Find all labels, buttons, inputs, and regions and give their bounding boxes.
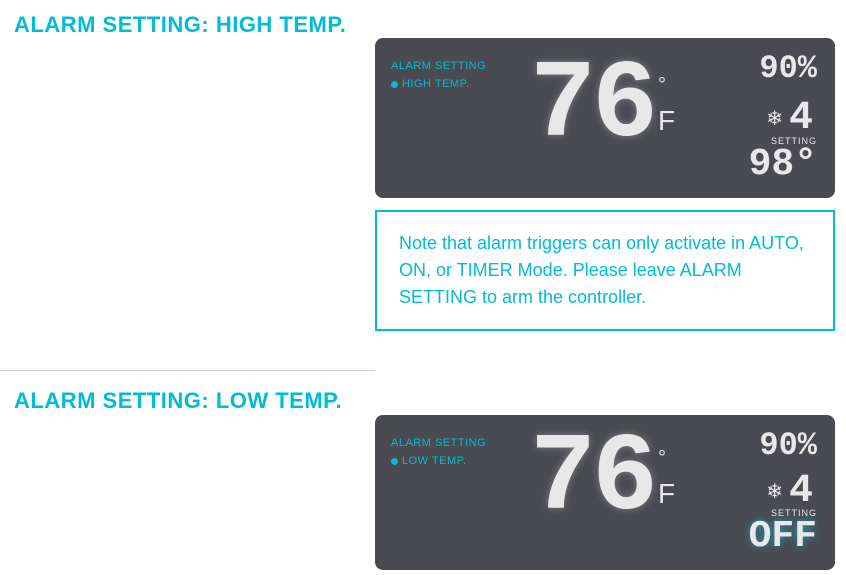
top-degree-symbol: ° [658, 74, 666, 97]
bottom-alarm-label: ALARM SETTING [391, 437, 486, 449]
top-corner-percent: 90% [759, 50, 817, 87]
bottom-setting-value: OFF [749, 518, 817, 556]
bottom-main-value-area: 76 ° F [530, 425, 675, 535]
top-alarm-sublabel: HIGH TEMP. [391, 78, 486, 90]
top-fan-area: ❄ 4 [766, 96, 813, 141]
bottom-fan-icon: ❄ [766, 479, 783, 504]
bottom-corner-percent: 90% [759, 427, 817, 464]
top-display-panel: 90% ALARM SETTING HIGH TEMP. 76 ° F ❄ 4 … [375, 38, 835, 198]
top-setting-area: SETTING 98° [749, 136, 817, 184]
top-dot-indicator [391, 81, 398, 88]
note-box: Note that alarm triggers can only activa… [375, 210, 835, 331]
top-alarm-label: ALARM SETTING [391, 60, 486, 72]
bottom-dot-indicator [391, 458, 398, 465]
bottom-degree-symbol: ° [658, 447, 666, 470]
bottom-alarm-sublabel: LOW TEMP. [391, 455, 486, 467]
bottom-main-number: 76 [530, 425, 654, 535]
bottom-display-panel: 90% ALARM SETTING LOW TEMP. 76 ° F ❄ 4 S… [375, 415, 835, 570]
top-heading: ALARM SETTING: HIGH TEMP. [14, 12, 346, 38]
bottom-setting-area: SETTING OFF [749, 508, 817, 556]
top-fan-number: 4 [789, 96, 813, 141]
top-main-number: 76 [530, 52, 654, 162]
bottom-heading: ALARM SETTING: LOW TEMP. [14, 388, 342, 414]
top-main-value-area: 76 ° F [530, 52, 675, 162]
note-text: Note that alarm triggers can only activa… [399, 230, 811, 311]
section-divider [0, 370, 375, 371]
bottom-unit-f: F [658, 478, 675, 510]
top-setting-value: 98° [749, 146, 817, 184]
top-unit-f: F [658, 105, 675, 137]
top-fan-icon: ❄ [766, 106, 783, 131]
